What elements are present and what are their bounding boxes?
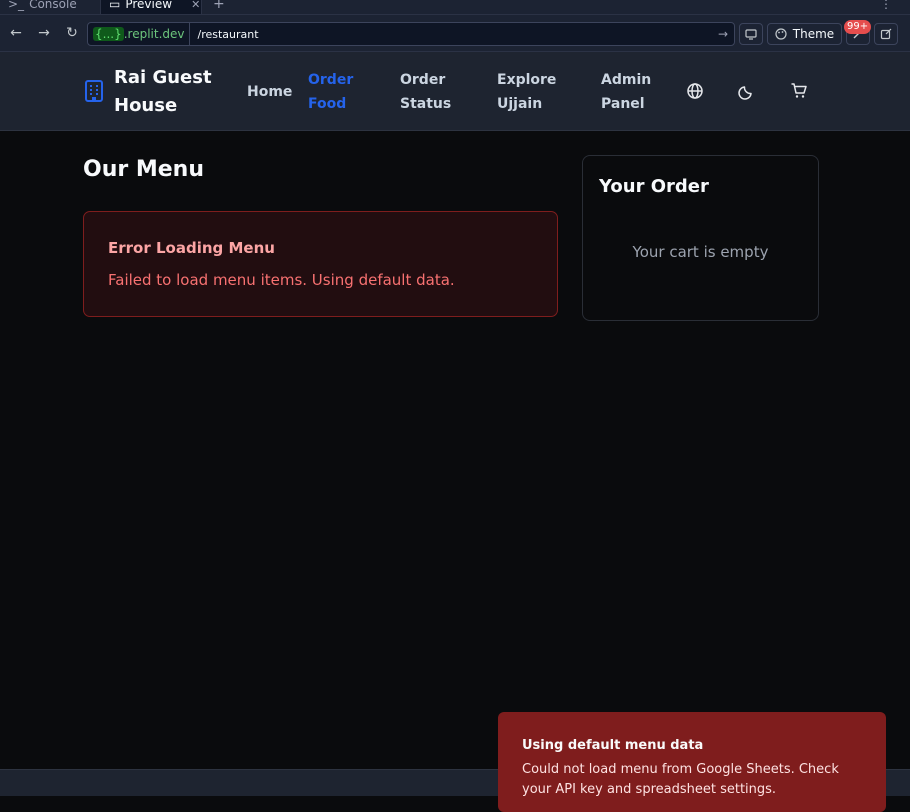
url-domain: {...} .replit.dev bbox=[88, 23, 190, 45]
url-field[interactable]: {...} .replit.dev /restaurant → bbox=[87, 22, 735, 46]
nav-order-status[interactable]: Order Status bbox=[400, 68, 451, 116]
monitor-icon: ▭ bbox=[109, 0, 121, 11]
error-message: Failed to load menu items. Using default… bbox=[108, 271, 455, 289]
error-alert: Error Loading Menu Failed to load menu i… bbox=[83, 211, 558, 317]
notification-badge: 99+ bbox=[844, 20, 872, 34]
forward-icon[interactable]: → bbox=[35, 24, 53, 42]
browser-bar: ← → ↻ {...} .replit.dev /restaurant → Th… bbox=[0, 15, 910, 52]
go-arrow-icon[interactable]: → bbox=[718, 27, 728, 41]
close-icon[interactable]: ✕ bbox=[191, 0, 200, 11]
open-external-button[interactable] bbox=[874, 23, 898, 45]
nav-explore-ujjain[interactable]: Explore Ujjain bbox=[497, 68, 557, 116]
tab-console[interactable]: >_ Console bbox=[8, 0, 77, 14]
theme-button[interactable]: Theme bbox=[767, 23, 842, 45]
tab-preview-label: Preview bbox=[125, 0, 173, 11]
nav-order-food[interactable]: Order Food bbox=[308, 68, 358, 116]
brand[interactable]: Rai Guest House bbox=[84, 64, 214, 120]
nav-home[interactable]: Home bbox=[247, 80, 292, 104]
globe-icon[interactable] bbox=[686, 82, 704, 100]
menu-title: Our Menu bbox=[83, 157, 205, 182]
order-title: Your Order bbox=[599, 176, 709, 197]
tab-console-label: Console bbox=[29, 0, 77, 11]
tab-preview[interactable]: ▭ Preview ✕ bbox=[100, 0, 202, 14]
terminal-icon: >_ bbox=[8, 0, 25, 11]
url-domain-highlight: {...} bbox=[93, 27, 124, 41]
order-card: Your Order Your cart is empty bbox=[582, 155, 819, 321]
device-icon bbox=[745, 28, 757, 40]
moon-icon[interactable] bbox=[738, 82, 756, 100]
theme-label: Theme bbox=[792, 27, 835, 41]
brand-name: Rai Guest House bbox=[114, 67, 212, 116]
external-link-icon bbox=[880, 28, 892, 40]
new-tab-button[interactable]: + bbox=[213, 0, 225, 14]
back-icon[interactable]: ← bbox=[7, 24, 25, 42]
ide-tab-strip: >_ Console ▭ Preview ✕ + ⋮ bbox=[0, 0, 910, 15]
cart-empty-text: Your cart is empty bbox=[632, 243, 769, 261]
device-button[interactable] bbox=[739, 23, 763, 45]
url-path: /restaurant bbox=[197, 27, 259, 41]
building-icon bbox=[85, 80, 103, 102]
url-domain-rest: .replit.dev bbox=[123, 27, 185, 41]
cart-icon[interactable] bbox=[790, 82, 808, 100]
nav-admin-panel[interactable]: Admin Panel bbox=[601, 68, 651, 116]
toast-title: Using default menu data bbox=[522, 738, 704, 753]
error-title: Error Loading Menu bbox=[108, 239, 275, 257]
reload-icon[interactable]: ↻ bbox=[63, 24, 81, 42]
toast-notification[interactable]: Using default menu data Could not load m… bbox=[498, 712, 886, 812]
toast-message: Could not load menu from Google Sheets. … bbox=[522, 762, 839, 797]
more-options-icon[interactable]: ⋮ bbox=[880, 0, 892, 14]
palette-icon bbox=[775, 28, 787, 40]
site-header: Rai Guest House Home Order Food Order St… bbox=[0, 52, 910, 131]
